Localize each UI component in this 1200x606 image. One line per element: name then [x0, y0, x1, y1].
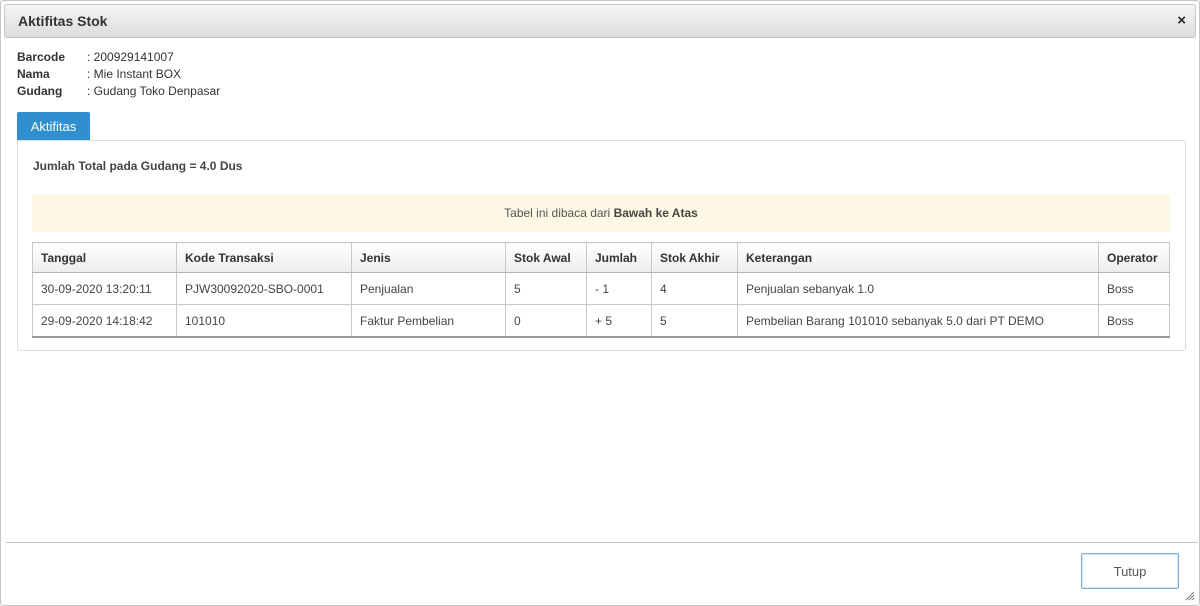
nama-value: : Mie Instant BOX: [87, 67, 182, 81]
cell-tanggal: 30-09-2020 13:20:11: [32, 272, 177, 305]
cell-stok-akhir: 5: [651, 304, 738, 338]
info-row-gudang: Gudang : Gudang Toko Denpasar: [17, 83, 220, 100]
table-row: 30-09-2020 13:20:11 PJW30092020-SBO-0001…: [32, 272, 1170, 305]
stock-activity-dialog: Aktifitas Stok × Barcode : 200929141007 N…: [0, 0, 1200, 606]
cell-jumlah: + 5: [586, 304, 652, 338]
barcode-value: : 200929141007: [87, 50, 174, 64]
activity-table: Tanggal Kode Transaksi Jenis Stok Awal J…: [32, 242, 1170, 338]
header-kode-transaksi: Kode Transaksi: [176, 242, 352, 273]
cell-kode-transaksi: 101010: [176, 304, 352, 338]
reading-order-notice: Tabel ini dibaca dari Bawah ke Atas: [32, 195, 1170, 232]
table-row: 29-09-2020 14:18:42 101010 Faktur Pembel…: [32, 304, 1170, 338]
cell-keterangan: Pembelian Barang 101010 sebanyak 5.0 dar…: [737, 304, 1099, 338]
notice-emphasis: Bawah ke Atas: [613, 206, 698, 220]
item-info: Barcode : 200929141007 Nama : Mie Instant …: [17, 49, 220, 100]
tab-panel: Jumlah Total pada Gudang = 4.0 Dus Tabel…: [17, 140, 1186, 351]
total-stock-text: Jumlah Total pada Gudang = 4.0 Dus: [33, 159, 243, 173]
cell-jenis: Faktur Pembelian: [351, 304, 506, 338]
header-keterangan: Keterangan: [737, 242, 1099, 273]
header-jenis: Jenis: [351, 242, 506, 273]
cell-tanggal: 29-09-2020 14:18:42: [32, 304, 177, 338]
cell-operator: Boss: [1098, 304, 1170, 338]
table-header-row: Tanggal Kode Transaksi Jenis Stok Awal J…: [32, 242, 1170, 273]
cell-jumlah: - 1: [586, 272, 652, 305]
dialog-titlebar[interactable]: Aktifitas Stok ×: [4, 4, 1196, 38]
dialog-title: Aktifitas Stok: [18, 13, 108, 29]
footer-divider: [6, 542, 1198, 543]
info-row-nama: Nama : Mie Instant BOX: [17, 66, 220, 83]
close-button[interactable]: Tutup: [1081, 553, 1179, 589]
cell-kode-transaksi: PJW30092020-SBO-0001: [176, 272, 352, 305]
tab-aktifitas[interactable]: Aktifitas: [17, 112, 90, 141]
cell-jenis: Penjualan: [351, 272, 506, 305]
header-jumlah: Jumlah: [586, 242, 652, 273]
gudang-value: : Gudang Toko Denpasar: [87, 84, 221, 98]
cell-operator: Boss: [1098, 272, 1170, 305]
header-stok-awal: Stok Awal: [505, 242, 587, 273]
cell-stok-awal: 0: [505, 304, 587, 338]
close-icon[interactable]: ×: [1177, 13, 1186, 29]
header-operator: Operator: [1098, 242, 1170, 273]
info-row-barcode: Barcode : 200929141007: [17, 49, 220, 66]
cell-stok-awal: 5: [505, 272, 587, 305]
notice-prefix: Tabel ini dibaca dari: [504, 206, 614, 220]
barcode-label: Barcode: [17, 50, 66, 64]
resize-grip-icon[interactable]: [1185, 591, 1195, 601]
header-tanggal: Tanggal: [32, 242, 177, 273]
gudang-label: Gudang: [17, 84, 63, 98]
header-stok-akhir: Stok Akhir: [651, 242, 738, 273]
cell-keterangan: Penjualan sebanyak 1.0: [737, 272, 1099, 305]
cell-stok-akhir: 4: [651, 272, 738, 305]
nama-label: Nama: [17, 67, 50, 81]
